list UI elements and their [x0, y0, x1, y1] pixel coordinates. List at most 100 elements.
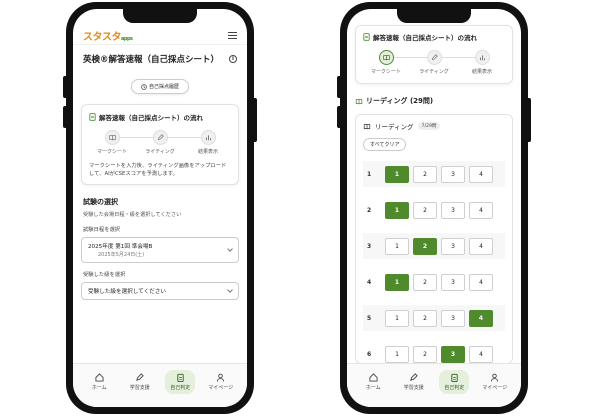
- reading-label: リーディング: [375, 123, 414, 131]
- notch: [123, 9, 197, 23]
- menu-icon[interactable]: [228, 32, 237, 39]
- tab-mypage[interactable]: マイページ: [206, 373, 236, 391]
- answer-option-button[interactable]: 2: [413, 273, 437, 291]
- step-writing: ライティング: [415, 50, 453, 75]
- user-icon: [491, 373, 499, 382]
- page-title: 英検®解答速報（自己採点シート） i: [73, 45, 247, 65]
- exam-section-subtitle: 受験した会場日程・級を選択してください: [83, 212, 182, 218]
- step-writing: ライティング: [141, 130, 179, 155]
- info-icon[interactable]: i: [229, 55, 237, 63]
- tab-bar: ホーム 学習支援 自己判定 マイページ: [73, 363, 247, 407]
- answer-option-button[interactable]: 3: [441, 345, 465, 363]
- answer-option-button[interactable]: 1: [385, 165, 409, 183]
- question-number: 4: [367, 278, 372, 286]
- clipboard-icon: [451, 373, 458, 382]
- question-row: 41234: [363, 269, 505, 295]
- document-icon: [363, 33, 370, 41]
- notch: [397, 9, 471, 23]
- pen-icon: [136, 372, 144, 381]
- flow-card: 解答速報（自己採点シート）の流れ マークシート ライティング 結果表示 マークシ…: [81, 104, 239, 185]
- flow-card-title: 解答速報（自己採点シート）の流れ: [373, 34, 477, 42]
- exam-section-title: 試験の選択: [83, 198, 118, 206]
- answer-option-button[interactable]: 2: [413, 309, 437, 327]
- answer-option-button[interactable]: 1: [385, 273, 409, 291]
- flow-card: 解答速報（自己採点シート）の流れ マークシート ライティング 結果表示: [355, 25, 513, 84]
- home-icon: [95, 372, 104, 382]
- step-marksheet: マークシート: [93, 130, 131, 155]
- book-icon: [108, 135, 116, 141]
- answer-option-button[interactable]: 4: [469, 309, 493, 327]
- question-number: 3: [367, 242, 372, 250]
- step-result: 結果表示: [189, 130, 227, 155]
- flow-card-title: 解答速報（自己採点シート）の流れ: [99, 114, 203, 122]
- answer-option-button[interactable]: 1: [385, 345, 409, 363]
- question-row: 31234: [363, 233, 505, 259]
- answer-option-button[interactable]: 2: [413, 201, 437, 219]
- flow-steps: マークシート ライティング 結果表示: [367, 50, 501, 75]
- answer-option-button[interactable]: 3: [441, 165, 465, 183]
- date-select[interactable]: 2025年度 第1回 準会場B 2025年5月24日(土): [81, 237, 239, 263]
- date-label: 試験日程を選択: [83, 227, 121, 233]
- tab-home[interactable]: ホーム: [358, 372, 388, 391]
- answer-option-button[interactable]: 3: [441, 237, 465, 255]
- user-icon: [217, 373, 225, 382]
- screen-left: スタスタapps 英検®解答速報（自己採点シート） i 自己採点履歴 解答速報（…: [73, 9, 247, 407]
- answer-option-button[interactable]: 4: [469, 237, 493, 255]
- home-icon: [369, 372, 378, 382]
- answer-option-button[interactable]: 3: [441, 273, 465, 291]
- question-number: 1: [367, 170, 372, 178]
- question-number: 5: [367, 314, 372, 322]
- question-row: 11234: [363, 161, 505, 187]
- reading-section-title: リーディング (29問): [347, 84, 521, 106]
- grade-label: 受験した級を選択: [83, 272, 126, 278]
- pen-icon: [431, 54, 438, 61]
- book-icon: [355, 98, 363, 104]
- answer-option-button[interactable]: 4: [469, 165, 493, 183]
- answer-option-button[interactable]: 1: [385, 309, 409, 327]
- tab-study[interactable]: 学習支援: [125, 372, 155, 391]
- history-button[interactable]: 自己採点履歴: [131, 79, 189, 94]
- step-marksheet: マークシート: [367, 50, 405, 75]
- answer-option-button[interactable]: 3: [441, 309, 465, 327]
- answer-option-button[interactable]: 2: [413, 345, 437, 363]
- chevron-down-icon: [227, 287, 233, 293]
- answer-option-button[interactable]: 4: [469, 273, 493, 291]
- grade-select[interactable]: 受験した級を選択してください: [81, 282, 239, 300]
- step-result: 結果表示: [463, 50, 501, 75]
- answer-option-button[interactable]: 2: [413, 165, 437, 183]
- tab-self-check[interactable]: 自己判定: [439, 369, 470, 394]
- clear-all-button[interactable]: すべてクリア: [363, 138, 407, 151]
- book-icon: [363, 123, 371, 129]
- tab-home[interactable]: ホーム: [84, 372, 114, 391]
- reading-card: リーディング 7/29問 すべてクリア 11234212343123441234…: [355, 114, 513, 363]
- flow-steps: マークシート ライティング 結果表示: [93, 130, 227, 155]
- answer-option-button[interactable]: 2: [413, 237, 437, 255]
- chevron-down-icon: [227, 246, 233, 252]
- book-icon: [382, 55, 390, 61]
- phone-frame-left: スタスタapps 英検®解答速報（自己採点シート） i 自己採点履歴 解答速報（…: [63, 2, 257, 414]
- history-icon: [141, 83, 147, 90]
- answer-option-button[interactable]: 4: [469, 345, 493, 363]
- bar-chart-icon: [205, 135, 211, 141]
- progress-badge: 7/29問: [417, 122, 441, 130]
- answer-option-button[interactable]: 4: [469, 201, 493, 219]
- flow-description: マークシートを入力後、ライティング画像をアップロードして、AIがCSEスコアを予…: [89, 163, 227, 177]
- answer-option-button[interactable]: 3: [441, 201, 465, 219]
- pen-icon: [410, 372, 418, 381]
- phone-frame-right: 解答速報（自己採点シート）の流れ マークシート ライティング 結果表示 リーディ…: [337, 2, 531, 414]
- tab-mypage[interactable]: マイページ: [480, 373, 510, 391]
- clipboard-icon: [177, 373, 184, 382]
- pen-icon: [157, 134, 164, 141]
- question-number: 2: [367, 206, 372, 214]
- screen-right: 解答速報（自己採点シート）の流れ マークシート ライティング 結果表示 リーディ…: [347, 9, 521, 407]
- question-number: 6: [367, 350, 372, 358]
- answer-option-button[interactable]: 1: [385, 201, 409, 219]
- question-row: 6 1234: [363, 341, 505, 363]
- question-row: 5 1234: [363, 305, 505, 331]
- tab-self-check[interactable]: 自己判定: [165, 369, 196, 394]
- question-row: 21234: [363, 197, 505, 223]
- answer-option-button[interactable]: 1: [385, 237, 409, 255]
- tab-study[interactable]: 学習支援: [399, 372, 429, 391]
- question-list: 11234212343123441234512346123471234: [363, 161, 505, 363]
- app-logo[interactable]: スタスタapps: [83, 28, 133, 43]
